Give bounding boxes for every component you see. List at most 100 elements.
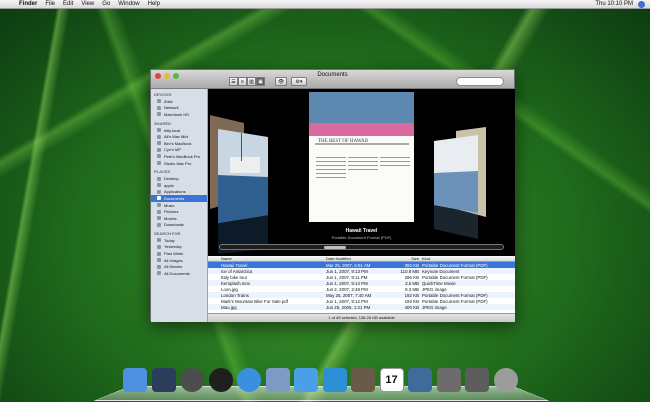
spotlight-icon[interactable] [638, 0, 645, 8]
title-bar[interactable]: Documents ☰ ≡ ▥ ▣ 👁 ⚙▾ [151, 70, 514, 89]
sidebar-item-label: Cyn's MP [164, 147, 181, 153]
cover-caption: Hawaii Travel [345, 228, 378, 234]
folder-icon [157, 244, 161, 249]
sidebar: DEVICES iDisk Network Macintosh HD SHARED bit… [151, 89, 208, 322]
table-row[interactable]: Mark's Mountain Bike For Sale.pdf Jun 1, … [208, 298, 515, 304]
sidebar-item-bitly-local[interactable]: bitly.local [151, 127, 207, 134]
sidebar-section-header: PLACES [154, 169, 171, 175]
sidebar-item-pete-s-macbook-pro[interactable]: Pete's MacBook Pro [151, 153, 207, 160]
table-row[interactable]: London Trains May 25, 2007, 7:40 AM 192 KB… [208, 292, 515, 298]
cell-size: 8.3 MB [405, 286, 419, 292]
photos-icon[interactable] [351, 368, 375, 392]
cell-name: Ice of Antarctica [221, 268, 253, 274]
safari-icon[interactable] [237, 368, 261, 392]
sidebar-item-desktop[interactable]: Desktop [151, 175, 207, 182]
icon-view-button[interactable]: ☰ [229, 77, 238, 86]
preview-icon[interactable] [265, 368, 290, 392]
column-header-name[interactable]: Name [208, 256, 326, 261]
menu-finder[interactable]: Finder [19, 1, 37, 7]
sidebar-item-label: Bev's MacBook [164, 140, 192, 146]
table-row[interactable]: Loon.jpg Jun 2, 2007, 2:48 PM 8.3 MB JPEG i… [208, 286, 515, 292]
cell-name: Mao.jpg [221, 304, 237, 310]
sidebar-item-downloads[interactable]: Downloads [151, 222, 207, 229]
cell-date: Jun 25, 2005, 1:21 PM [326, 304, 371, 310]
column-header-size[interactable]: Size [398, 256, 422, 261]
sidebar-item-all-images[interactable]: All Images [151, 257, 207, 264]
sidebar-item-macintosh-hd[interactable]: Macintosh HD [151, 111, 207, 118]
column-view-button[interactable]: ▥ [247, 77, 256, 86]
table-row[interactable]: Italy bike tour Jun 1, 2007, 9:11 PM 286 K… [208, 274, 515, 280]
finder-icon[interactable] [123, 368, 147, 392]
ical-icon[interactable]: 17 [379, 368, 404, 392]
sidebar-item-ali-s-mac-mini[interactable]: Ali's Mac Mini [151, 133, 207, 140]
activity-icon[interactable] [208, 368, 233, 392]
sidebar-item-label: Macintosh HD [164, 111, 190, 117]
finder-window: Documents ☰ ≡ ▥ ▣ 👁 ⚙▾ DEVICES iDisk Netwo… [150, 69, 515, 322]
clock[interactable]: Thu 10:10 PM [595, 1, 633, 7]
sidebar-item-applications[interactable]: Applications [151, 189, 207, 196]
folder-icon [157, 216, 161, 221]
cell-size: 192 KB [404, 292, 419, 298]
dashboard-icon[interactable] [151, 368, 176, 392]
sidebar-item-all-movies[interactable]: All Movies [151, 263, 207, 270]
downloads-stack-icon[interactable] [465, 368, 489, 392]
coverflow-scrollbar[interactable] [219, 244, 504, 250]
menu-edit[interactable]: Edit [63, 1, 73, 7]
trash-icon[interactable] [493, 368, 518, 392]
column-header-kind[interactable]: Kind [422, 256, 515, 261]
coverflow-view-button[interactable]: ▣ [256, 77, 265, 86]
menu-window[interactable]: Window [118, 1, 139, 7]
cell-name: Hawaii Travel [221, 262, 248, 268]
sidebar-item-pictures[interactable]: Pictures [151, 208, 207, 215]
list-view-button[interactable]: ≡ [238, 77, 247, 86]
sidebar-item-all-documents[interactable]: All Documents [151, 270, 207, 277]
sidebar-item-idisk[interactable]: iDisk [151, 98, 207, 105]
sidebar-item-network[interactable]: Network [151, 105, 207, 112]
sidebar-item-music[interactable]: Music [151, 202, 207, 209]
folder-icon [157, 271, 161, 276]
sidebar-item-today[interactable]: Today [151, 237, 207, 244]
menu-help[interactable]: Help [148, 1, 160, 7]
menu-go[interactable]: Go [102, 1, 110, 7]
cell-name: Italy bike tour [221, 274, 248, 280]
time-machine-icon[interactable] [180, 368, 204, 392]
itunes-icon[interactable] [322, 368, 347, 392]
sidebar-item-bev-s-macbook[interactable]: Bev's MacBook [151, 140, 207, 147]
cell-name: Kersplash.mov [221, 280, 251, 286]
screenshots-icon[interactable] [436, 368, 461, 392]
sidebar-item-cyn-s-mp[interactable]: Cyn's MP [151, 147, 207, 154]
table-row[interactable]: Ice of Antarctica Jun 1, 2007, 9:13 PM 110… [208, 268, 515, 274]
sidebar-item-past-week[interactable]: Past Week [151, 250, 207, 257]
table-row[interactable]: Hawaii Travel Mar 25, 2007, 6:51 AM 392 KB… [208, 262, 515, 268]
menu-view[interactable]: View [81, 1, 94, 7]
cover-page-title: THE BEST OF HAWAII [318, 139, 368, 144]
cell-date: Jun 1, 2007, 9:14 PM [326, 280, 368, 286]
folder-icon [157, 134, 161, 139]
folder-icon [157, 251, 161, 256]
coverflow-area[interactable]: THE BEST OF HAWAII Hawaii Travel Portabl… [208, 89, 515, 256]
cell-size: 392 KB [404, 262, 419, 268]
sidebar-item-studio-mac-pro[interactable]: Studio Mac Pro [151, 160, 207, 167]
cell-kind: QuickTime Movie [422, 280, 456, 286]
sidebar-item-label: All Movies [164, 264, 183, 270]
table-row[interactable]: Mao.jpg Jun 25, 2005, 1:21 PM 400 KB JPEG i… [208, 304, 515, 310]
folder-icon [157, 209, 161, 214]
coverflow-scroll-thumb[interactable] [324, 246, 346, 249]
sidebar-item-label: Downloads [164, 222, 184, 228]
sidebar-item-movies[interactable]: Movies [151, 215, 207, 222]
cell-kind: JPEG image [422, 286, 447, 292]
iphoto-icon[interactable] [408, 368, 432, 392]
menu-file[interactable]: File [45, 1, 55, 7]
sidebar-item-apple[interactable]: apple [151, 182, 207, 189]
ichat-icon[interactable] [294, 368, 318, 392]
folder-icon [157, 161, 161, 166]
folder-icon [157, 176, 161, 181]
sidebar-item-documents[interactable]: Documents [151, 195, 207, 202]
folder-icon [157, 264, 161, 269]
sidebar-item-yesterday[interactable]: Yesterday [151, 244, 207, 251]
search-input[interactable] [456, 77, 504, 86]
action-gear-icon[interactable]: ⚙▾ [291, 77, 307, 86]
quicklook-eye-icon[interactable]: 👁 [275, 77, 287, 86]
column-header-date[interactable]: Date Modified [326, 256, 398, 261]
table-row[interactable]: Kersplash.mov Jun 1, 2007, 9:14 PM 3.5 MB Q… [208, 280, 515, 286]
